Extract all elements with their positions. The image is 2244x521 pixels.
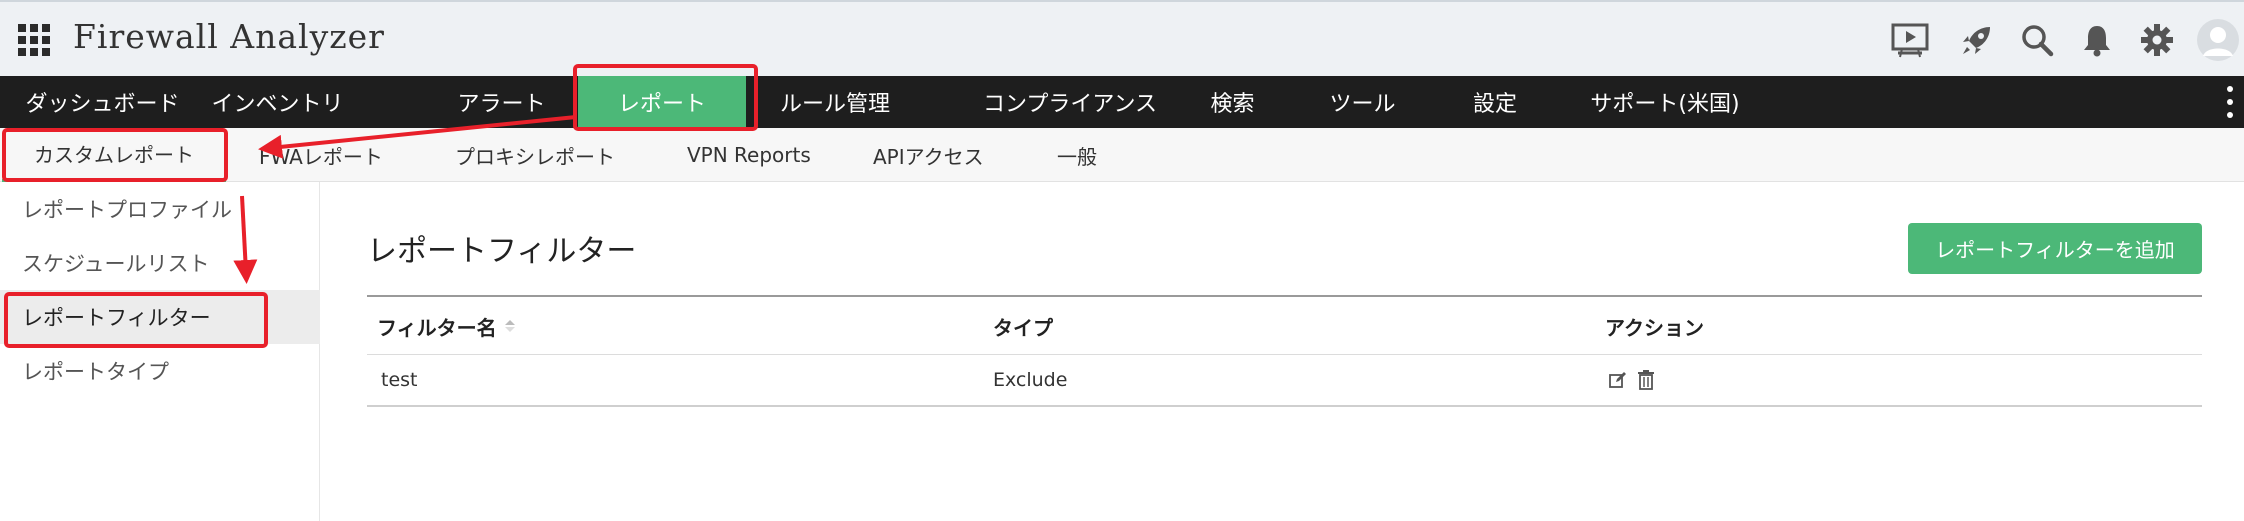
rocket-icon[interactable] bbox=[1957, 20, 1997, 60]
nav-item-rule-management[interactable]: ルール管理 bbox=[760, 76, 910, 128]
table-row: test Exclude bbox=[367, 355, 2202, 407]
more-menu-icon[interactable] bbox=[2226, 86, 2234, 118]
column-header-type: タイプ bbox=[993, 315, 1053, 340]
bell-icon[interactable] bbox=[2077, 20, 2117, 60]
tab-general[interactable]: 一般 bbox=[1057, 128, 1097, 182]
column-header-label: フィルター名 bbox=[377, 315, 497, 340]
column-header-filter-name[interactable]: フィルター名 bbox=[377, 297, 515, 355]
main-nav: ダッシュボード インベントリ アラート レポート ルール管理 コンプライアンス … bbox=[0, 76, 2244, 128]
cell-type: Exclude bbox=[993, 369, 1068, 391]
tab-custom-reports[interactable]: カスタムレポート bbox=[2, 128, 226, 182]
tab-vpn-reports[interactable]: VPN Reports bbox=[687, 128, 811, 182]
nav-item-inventory[interactable]: インベントリ bbox=[205, 76, 350, 128]
table-header: フィルター名 タイプ アクション bbox=[367, 295, 2202, 355]
sort-icon[interactable] bbox=[504, 320, 515, 332]
main-content: レポートフィルター レポートフィルターを追加 フィルター名 タイプ アクション … bbox=[321, 182, 2244, 521]
filter-table: フィルター名 タイプ アクション test Exclude bbox=[367, 295, 2202, 407]
column-header-action: アクション bbox=[1605, 315, 1704, 340]
sidebar-item-schedule-list[interactable]: スケジュールリスト bbox=[0, 236, 320, 290]
add-report-filter-button[interactable]: レポートフィルターを追加 bbox=[1908, 223, 2202, 274]
tab-api-access[interactable]: APIアクセス bbox=[873, 128, 984, 182]
sidebar-item-report-profile[interactable]: レポートプロファイル bbox=[0, 182, 320, 236]
trash-icon[interactable] bbox=[1635, 369, 1657, 391]
user-avatar-icon[interactable] bbox=[2196, 18, 2240, 62]
nav-item-search[interactable]: 検索 bbox=[1195, 76, 1270, 128]
tab-proxy-reports[interactable]: プロキシレポート bbox=[455, 128, 615, 182]
cell-actions bbox=[1607, 355, 1663, 405]
sub-nav: カスタムレポート FWAレポート プロキシレポート VPN Reports AP… bbox=[0, 128, 2244, 182]
app-grid-icon[interactable] bbox=[18, 24, 50, 56]
tab-fwa-reports[interactable]: FWAレポート bbox=[259, 128, 383, 182]
page-title: レポートフィルター bbox=[367, 234, 637, 269]
nav-item-tools[interactable]: ツール bbox=[1320, 76, 1405, 128]
edit-icon[interactable] bbox=[1607, 369, 1629, 391]
nav-item-alerts[interactable]: アラート bbox=[430, 76, 573, 128]
gear-icon[interactable] bbox=[2137, 20, 2177, 60]
sidebar-item-report-filter[interactable]: レポートフィルター bbox=[0, 290, 320, 344]
presentation-icon[interactable] bbox=[1890, 20, 1930, 60]
app-header: Firewall Analyzer bbox=[0, 0, 2244, 76]
nav-item-reports[interactable]: レポート bbox=[578, 76, 746, 128]
search-icon[interactable] bbox=[2017, 20, 2057, 60]
nav-item-support[interactable]: サポート(米国) bbox=[1580, 76, 1750, 128]
sidebar-item-report-type[interactable]: レポートタイプ bbox=[0, 344, 320, 398]
sidebar: レポートプロファイル スケジュールリスト レポートフィルター レポートタイプ bbox=[0, 182, 320, 521]
nav-item-settings[interactable]: 設定 bbox=[1455, 76, 1535, 128]
cell-filter-name: test bbox=[381, 369, 418, 391]
app-title: Firewall Analyzer bbox=[73, 17, 385, 56]
nav-item-compliance[interactable]: コンプライアンス bbox=[955, 76, 1185, 128]
nav-item-dashboard[interactable]: ダッシュボード bbox=[0, 76, 205, 128]
